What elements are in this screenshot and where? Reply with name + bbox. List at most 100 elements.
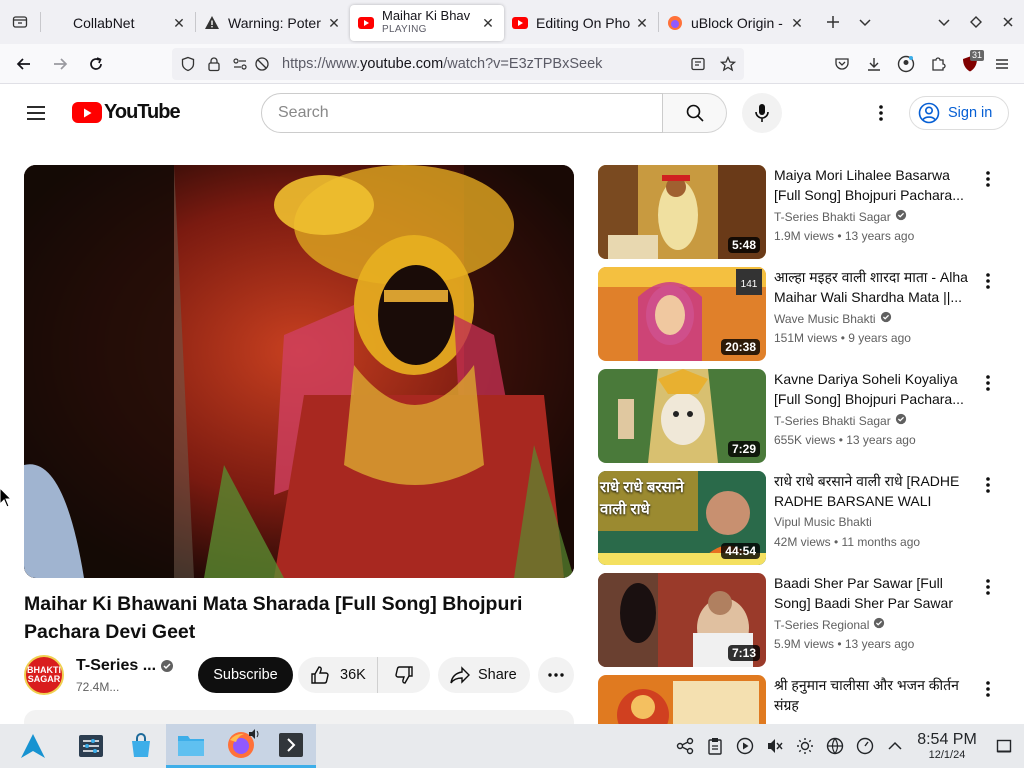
taskbar-firefox[interactable] — [216, 724, 266, 768]
tray-brightness[interactable] — [790, 724, 820, 768]
recommendation-channel[interactable]: T-Series Bhakti Sagar — [774, 414, 891, 428]
recommendation-channel[interactable]: T-Series Bhakti Sagar — [774, 210, 891, 224]
settings-more-button[interactable] — [865, 97, 897, 129]
address-bar[interactable]: https://www.youtube.com/watch?v=E3zTPBxS… — [172, 48, 744, 80]
pocket-button[interactable] — [826, 48, 858, 80]
tab-collabnet[interactable]: CollabNet ✕ — [41, 5, 195, 41]
recommendation-channel[interactable]: Vipul Music Bhakti — [774, 515, 872, 529]
channel-avatar[interactable]: BHAKTI SAGAR — [24, 655, 64, 695]
verified-badge-icon — [880, 311, 892, 326]
recommendation-menu-button[interactable] — [978, 167, 998, 191]
guide-menu-button[interactable] — [20, 97, 52, 129]
recommendation-menu-button[interactable] — [978, 371, 998, 395]
recommendation-title[interactable]: Maiya Mori Lihalee Basarwa [Full Song] B… — [774, 165, 974, 205]
share-button[interactable]: Share — [438, 657, 530, 693]
taskbar-discover[interactable] — [116, 724, 166, 768]
application-launcher[interactable] — [0, 724, 66, 768]
arch-linux-icon — [21, 734, 45, 758]
ublock-count-badge: 31 — [969, 50, 984, 61]
tray-media-player[interactable] — [730, 724, 760, 768]
account-button[interactable] — [890, 48, 922, 80]
tray-expand-button[interactable] — [880, 724, 910, 768]
audio-playing-icon — [249, 729, 259, 739]
reader-view-icon[interactable] — [690, 56, 706, 72]
recommendation-title[interactable]: श्री हनुमान चालीसा और भजन कीर्तन संग्रह — [774, 675, 974, 715]
recommendation-item[interactable]: 7:29 Kavne Dariya Soheli Koyaliya [Full … — [598, 369, 1008, 471]
subscribe-button[interactable]: Subscribe — [198, 657, 293, 693]
tab-ublock[interactable]: uBlock Origin - ✕ — [659, 5, 813, 41]
tab-close-icon[interactable]: ✕ — [634, 15, 650, 31]
tab-overflow-button[interactable] — [849, 6, 881, 38]
back-button[interactable] — [8, 48, 40, 80]
tray-volume[interactable] — [760, 724, 790, 768]
toolbar-extensions: 31 — [826, 48, 1018, 80]
search-button[interactable] — [663, 93, 727, 133]
channel-avatar-text: BHAKTI SAGAR — [27, 665, 61, 684]
recommendation-title[interactable]: आल्हा मइहर वाली शारदा माता - Alha Maihar… — [774, 267, 974, 307]
video-thumbnail[interactable]: 5:48 — [598, 165, 766, 259]
sign-in-button[interactable]: Sign in — [909, 96, 1009, 130]
digital-clock[interactable]: 8:54 PM 12/1/24 — [910, 731, 984, 761]
channel-name[interactable]: T-Series ... — [76, 657, 156, 675]
tray-updates[interactable] — [850, 724, 880, 768]
recommendation-item[interactable]: 5:48 Maiya Mori Lihalee Basarwa [Full So… — [598, 165, 1008, 267]
video-player[interactable] — [24, 165, 574, 578]
youtube-logo[interactable]: YouTube — [72, 101, 181, 124]
tab-close-icon[interactable]: ✕ — [326, 15, 342, 31]
tray-clipboard[interactable] — [700, 724, 730, 768]
maximize-button[interactable] — [960, 6, 992, 38]
video-thumbnail[interactable]: 7:13 — [598, 573, 766, 667]
minimize-button[interactable] — [928, 6, 960, 38]
ublock-button[interactable]: 31 — [954, 48, 986, 80]
video-thumbnail[interactable]: राधे राधे बरसाने वाली राधे 44:54 — [598, 471, 766, 565]
recommendation-item[interactable]: 7:13 Baadi Sher Par Sawar [Full Song] Ba… — [598, 573, 1008, 675]
tab-maihar-active[interactable]: Maihar Ki Bhav PLAYING ✕ — [350, 5, 504, 41]
youtube-icon — [512, 15, 528, 31]
recommendation-title[interactable]: Baadi Sher Par Sawar [Full Song] Baadi S… — [774, 573, 974, 613]
tab-list-button[interactable] — [0, 0, 40, 44]
recommendation-menu-button[interactable] — [978, 473, 998, 497]
recommendation-channel[interactable]: Wave Music Bhakti — [774, 312, 876, 326]
extensions-button[interactable] — [922, 48, 954, 80]
voice-search-button[interactable] — [742, 93, 782, 133]
new-tab-button[interactable] — [817, 6, 849, 38]
video-thumbnail[interactable] — [598, 675, 766, 725]
recommendation-item[interactable]: श्री हनुमान चालीसा और भजन कीर्तन संग्रह — [598, 675, 1008, 725]
recommendation-item[interactable]: 141 20:38 आल्हा मइहर वाली शारदा माता - A… — [598, 267, 1008, 369]
hamburger-menu-icon — [27, 106, 45, 120]
bookmark-star-icon[interactable] — [720, 56, 736, 72]
like-button[interactable]: 36K — [298, 657, 378, 693]
chevron-up-icon — [888, 741, 902, 750]
taskbar-file-manager[interactable] — [166, 724, 216, 768]
taskbar-system-settings[interactable] — [66, 724, 116, 768]
recommendation-item[interactable]: राधे राधे बरसाने वाली राधे 44:54 राधे रा… — [598, 471, 1008, 573]
dislike-button[interactable] — [378, 665, 430, 685]
forward-button[interactable] — [44, 48, 76, 80]
recommendation-channel[interactable]: T-Series Regional — [774, 618, 869, 632]
downloads-button[interactable] — [858, 48, 890, 80]
recommendation-title[interactable]: राधे राधे बरसाने वाली राधे [RADHE RADHE … — [774, 471, 974, 511]
tab-editing[interactable]: Editing On Pho ✕ — [504, 5, 658, 41]
tab-close-icon[interactable]: ✕ — [171, 15, 187, 31]
tray-network-share[interactable] — [670, 724, 700, 768]
taskbar-terminal[interactable] — [266, 724, 316, 768]
recommendation-menu-button[interactable] — [978, 677, 998, 701]
recommendation-menu-button[interactable] — [978, 269, 998, 293]
tab-close-icon[interactable]: ✕ — [480, 15, 496, 31]
close-window-button[interactable] — [992, 6, 1024, 38]
arrow-right-icon — [54, 58, 68, 70]
reload-button[interactable] — [80, 48, 112, 80]
tab-warning[interactable]: Warning: Poter ✕ — [196, 5, 350, 41]
video-thumbnail[interactable]: 7:29 — [598, 369, 766, 463]
tray-network[interactable] — [820, 724, 850, 768]
recommendation-meta: 42M views • 11 months ago — [774, 535, 921, 549]
video-thumbnail[interactable]: 141 20:38 — [598, 267, 766, 361]
tab-close-icon[interactable]: ✕ — [789, 15, 805, 31]
recommendation-title[interactable]: Kavne Dariya Soheli Koyaliya [Full Song]… — [774, 369, 974, 409]
folder-icon — [178, 735, 204, 756]
show-desktop-button[interactable] — [984, 724, 1024, 768]
app-menu-button[interactable] — [986, 48, 1018, 80]
recommendation-menu-button[interactable] — [978, 575, 998, 599]
search-input[interactable]: Search — [261, 93, 663, 133]
more-actions-button[interactable] — [538, 657, 574, 693]
